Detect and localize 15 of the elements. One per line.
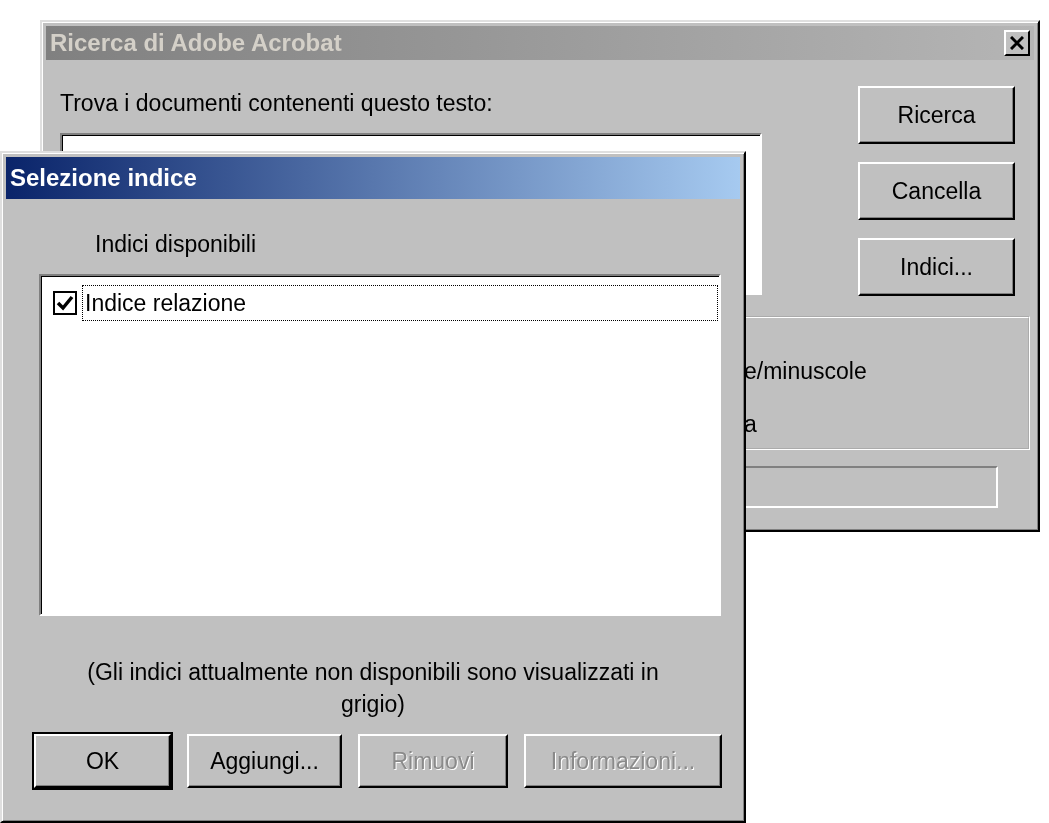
window-title: Ricerca di Adobe Acrobat bbox=[50, 28, 342, 58]
button[interactable]: Ricerca bbox=[858, 86, 1015, 144]
field-label: Trova i documenti contenenti questo testo: bbox=[60, 89, 494, 118]
button[interactable]: Aggiungi... bbox=[187, 733, 342, 788]
button[interactable]: Indici... bbox=[858, 238, 1015, 296]
option-label: e/minuscole bbox=[744, 357, 868, 386]
list-item[interactable]: Indice relazione bbox=[83, 285, 717, 320]
checkbox[interactable] bbox=[53, 290, 77, 315]
button[interactable]: OK bbox=[34, 733, 171, 788]
close-icon bbox=[1010, 36, 1024, 50]
button[interactable]: Cancella bbox=[858, 162, 1015, 220]
list-label: Indici disponibili bbox=[95, 230, 258, 259]
window-title: Selezione indice bbox=[10, 163, 197, 193]
close-button[interactable] bbox=[1004, 30, 1030, 56]
note-text: (Gli indici attualmente non disponibili sono visualizzati in grigio) bbox=[86, 657, 660, 719]
